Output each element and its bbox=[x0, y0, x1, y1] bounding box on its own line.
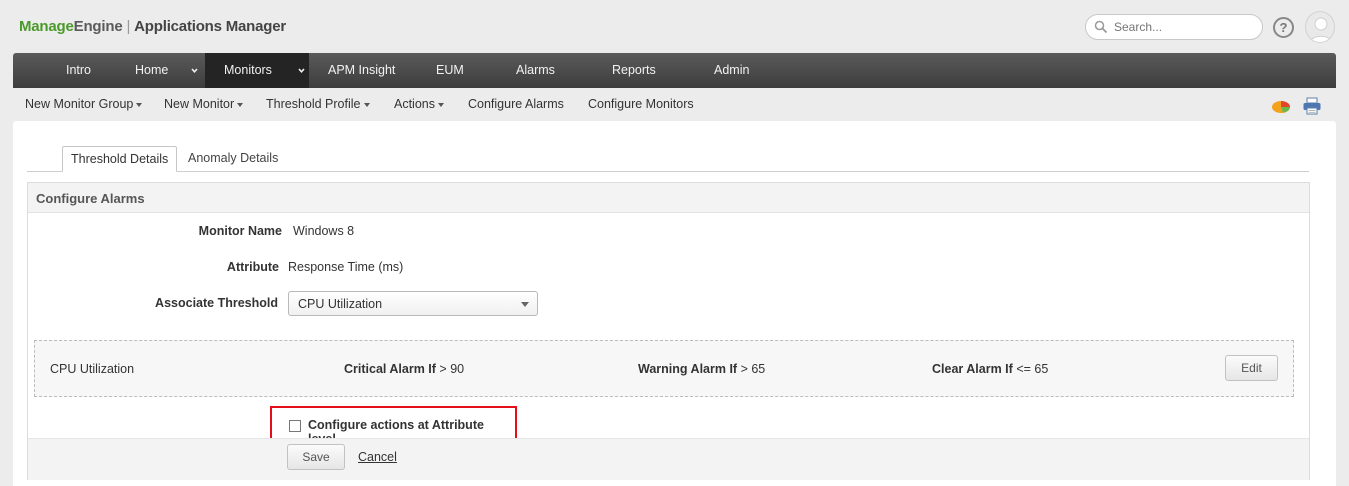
warning-label: Warning Alarm If bbox=[638, 362, 738, 376]
dropdown-arrow-icon bbox=[237, 102, 244, 107]
nav-monitors[interactable]: Monitors bbox=[205, 53, 309, 88]
nav-eum[interactable]: EUM bbox=[436, 53, 464, 88]
attribute-value: Response Time (ms) bbox=[288, 260, 404, 274]
nav-home-label: Home bbox=[135, 63, 169, 77]
app-header: ManageEngine|Applications Manager ? bbox=[0, 0, 1349, 52]
subnav-new-monitor[interactable]: New Monitor bbox=[164, 97, 244, 111]
cancel-link[interactable]: Cancel bbox=[358, 450, 397, 464]
user-silhouette-icon bbox=[1309, 17, 1333, 42]
nav-intro-label: Intro bbox=[66, 63, 92, 77]
brand-separator: | bbox=[126, 18, 131, 35]
tab-anomaly-details[interactable]: Anomaly Details bbox=[180, 146, 286, 172]
nav-admin-label: Admin bbox=[714, 63, 750, 77]
dropdown-arrow-icon bbox=[521, 302, 529, 307]
printer-icon[interactable] bbox=[1302, 97, 1322, 115]
warning-value: > 65 bbox=[740, 362, 766, 376]
dropdown-arrow-icon bbox=[136, 102, 143, 107]
subnav-configure-alarms[interactable]: Configure Alarms bbox=[468, 97, 564, 111]
attribute-level-checkbox[interactable] bbox=[289, 420, 301, 432]
nav-alarms-label: Alarms bbox=[516, 63, 555, 77]
section-title: Configure Alarms bbox=[36, 191, 145, 206]
help-icon[interactable]: ? bbox=[1273, 17, 1294, 38]
chevron-down-icon[interactable] bbox=[298, 67, 305, 74]
subnav-threshold-profile-label: Threshold Profile bbox=[266, 97, 361, 111]
monitor-name-label: Monitor Name bbox=[198, 224, 282, 238]
threshold-row: CPU Utilization Critical Alarm If > 90 W… bbox=[34, 340, 1294, 397]
critical-value: > 90 bbox=[439, 362, 465, 376]
monitor-name-value: Windows 8 bbox=[293, 224, 355, 238]
subnav-actions[interactable]: Actions bbox=[394, 97, 444, 111]
nav-reports[interactable]: Reports bbox=[612, 53, 656, 88]
app-name: Applications Manager bbox=[134, 18, 287, 35]
sub-nav: New Monitor Group New Monitor Threshold … bbox=[13, 92, 1336, 118]
subnav-new-monitor-group[interactable]: New Monitor Group bbox=[25, 97, 143, 111]
brand-logo[interactable]: ManageEngine | Applications Manager bbox=[19, 18, 286, 35]
nav-admin[interactable]: Admin bbox=[714, 53, 749, 88]
save-button[interactable]: Save bbox=[287, 444, 345, 470]
brand-engine: Engine bbox=[73, 18, 123, 35]
subnav-threshold-profile[interactable]: Threshold Profile bbox=[266, 97, 370, 111]
user-avatar[interactable] bbox=[1305, 11, 1335, 43]
chevron-down-icon[interactable] bbox=[191, 67, 198, 74]
subnav-new-monitor-label: New Monitor bbox=[164, 97, 235, 111]
associate-threshold-selected: CPU Utilization bbox=[298, 297, 383, 311]
clear-condition: Clear Alarm If <= 65 bbox=[932, 362, 1048, 376]
nav-reports-label: Reports bbox=[612, 63, 656, 77]
critical-label: Critical Alarm If bbox=[344, 362, 436, 376]
subnav-configure-alarms-label: Configure Alarms bbox=[468, 97, 564, 111]
search-input[interactable] bbox=[1114, 19, 1254, 35]
section-header: Configure Alarms bbox=[28, 183, 1309, 213]
content-panel: Threshold Details Anomaly Details Config… bbox=[13, 121, 1336, 486]
detail-tabs: Threshold Details Anomaly Details bbox=[27, 145, 1309, 172]
clear-value: <= 65 bbox=[1016, 362, 1049, 376]
subnav-new-monitor-group-label: New Monitor Group bbox=[25, 97, 134, 111]
search-box[interactable] bbox=[1085, 14, 1263, 40]
nav-intro[interactable]: Intro bbox=[66, 53, 91, 88]
nav-apm-insight-label: APM Insight bbox=[328, 63, 396, 77]
configure-alarms-section: Configure Alarms Monitor Name Windows 8 … bbox=[27, 182, 1310, 480]
associate-threshold-label: Associate Threshold bbox=[155, 296, 278, 310]
threshold-name: CPU Utilization bbox=[50, 362, 135, 376]
nav-eum-label: EUM bbox=[436, 63, 464, 77]
main-nav: Intro Home Monitors APM Insight EUM Alar… bbox=[13, 53, 1336, 88]
nav-home[interactable]: Home bbox=[135, 53, 203, 88]
tab-threshold-details[interactable]: Threshold Details bbox=[62, 146, 178, 172]
subnav-actions-label: Actions bbox=[394, 97, 435, 111]
subnav-configure-monitors-label: Configure Monitors bbox=[588, 97, 694, 111]
nav-alarms[interactable]: Alarms bbox=[516, 53, 555, 88]
critical-condition: Critical Alarm If > 90 bbox=[344, 362, 464, 376]
dropdown-arrow-icon bbox=[438, 102, 444, 107]
edit-threshold-button[interactable]: Edit bbox=[1225, 355, 1278, 381]
clear-label: Clear Alarm If bbox=[932, 362, 1013, 376]
dropdown-arrow-icon bbox=[363, 102, 370, 107]
nav-apm-insight[interactable]: APM Insight bbox=[328, 53, 395, 88]
search-icon bbox=[1094, 20, 1108, 34]
warning-condition: Warning Alarm If > 65 bbox=[638, 362, 765, 376]
brand-manage: Manage bbox=[19, 18, 74, 35]
subnav-configure-monitors[interactable]: Configure Monitors bbox=[588, 97, 694, 111]
form-actions: Save Cancel bbox=[28, 438, 1309, 480]
attribute-label: Attribute bbox=[226, 260, 279, 274]
nav-monitors-label: Monitors bbox=[224, 63, 272, 77]
pie-chart-icon[interactable] bbox=[1271, 98, 1291, 114]
associate-threshold-select[interactable]: CPU Utilization bbox=[288, 291, 538, 316]
